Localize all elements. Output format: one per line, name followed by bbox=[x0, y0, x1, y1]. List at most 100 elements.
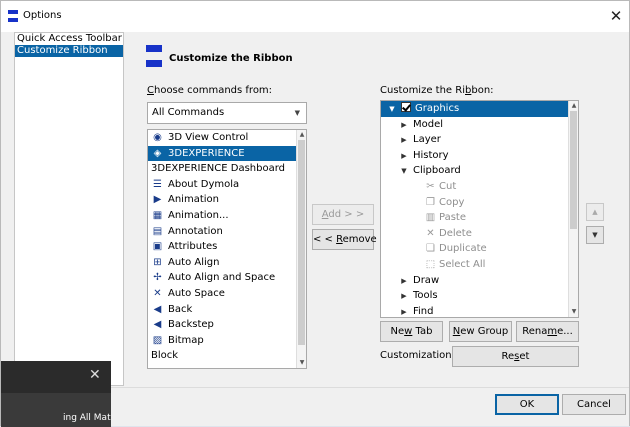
scroll-up-arrow-icon[interactable]: ▲ bbox=[297, 130, 306, 140]
page-title: Customize the Ribbon bbox=[169, 53, 293, 64]
move-up-button[interactable]: ▲ bbox=[586, 203, 604, 221]
nav-item-customize-ribbon[interactable]: Customize Ribbon bbox=[15, 45, 123, 57]
auto-align-icon: ⊞ bbox=[153, 256, 162, 268]
close-icon[interactable]: ✕ bbox=[608, 8, 624, 24]
expanded-arrow-icon[interactable]: ▼ bbox=[387, 102, 397, 118]
ribbon-tree-node[interactable]: ❏ Duplicate bbox=[381, 241, 578, 257]
collapsed-arrow-icon[interactable]: ▶ bbox=[399, 289, 409, 305]
close-icon[interactable]: ✕ bbox=[89, 367, 101, 383]
choose-commands-label: Choose commands from: bbox=[147, 85, 273, 96]
ribbon-tree-label: Find bbox=[413, 305, 434, 317]
ribbon-tree-node[interactable]: ▶ Model bbox=[381, 117, 578, 133]
command-label: Attributes bbox=[168, 241, 218, 253]
command-item[interactable]: ▨ Bitmap bbox=[148, 333, 297, 349]
command-label: Animation... bbox=[168, 209, 229, 221]
choose-commands-dropdown[interactable]: All Commands ▼ bbox=[147, 102, 307, 124]
options-dialog: Options ✕ Quick Access Toolbar Customize … bbox=[0, 0, 630, 427]
ribbon-tree-node[interactable]: ▶ Find bbox=[381, 304, 578, 317]
ribbon-tree-node[interactable]: ▼ Graphics bbox=[381, 101, 568, 117]
compass-icon: ◈ bbox=[153, 147, 162, 159]
collapsed-arrow-icon[interactable]: ▶ bbox=[399, 118, 409, 134]
triangle-up-icon: ▲ bbox=[592, 208, 598, 216]
command-item[interactable]: ◈ 3DEXPERIENCE bbox=[148, 145, 297, 162]
bitmap-icon: ▨ bbox=[152, 334, 163, 346]
commands-list[interactable]: ◉ 3D View Control ◈ 3DEXPERIENCE 3DEXPERIENC… bbox=[147, 129, 307, 369]
options-category-list: Quick Access Toolbar Customize Ribbon bbox=[14, 32, 124, 386]
ribbon-tree-node[interactable]: ❐ Copy bbox=[381, 195, 578, 211]
command-item[interactable]: ▶ Animation bbox=[148, 192, 297, 208]
command-item[interactable]: ▣ Attributes bbox=[148, 239, 297, 255]
command-item[interactable]: ▤ Annotation bbox=[148, 224, 297, 240]
attributes-icon: ▣ bbox=[152, 241, 163, 253]
ribbon-tree-label: Tools bbox=[413, 290, 438, 302]
collapsed-arrow-icon[interactable]: ▶ bbox=[399, 274, 409, 290]
scroll-thumb[interactable] bbox=[570, 111, 577, 229]
ribbon-tree-node[interactable]: ▶ Layer bbox=[381, 132, 578, 148]
auto-align-space-icon: ✢ bbox=[153, 272, 162, 284]
scroll-down-arrow-icon[interactable]: ▼ bbox=[569, 307, 578, 317]
ribbon-tree-label: Select All bbox=[439, 258, 486, 270]
rename-button[interactable]: Rename... bbox=[516, 321, 579, 342]
command-item[interactable]: ◉ 3D View Control bbox=[148, 130, 297, 146]
dymola-icon: ☰ bbox=[153, 178, 162, 190]
animation-play-icon: ▶ bbox=[153, 194, 162, 206]
ok-button[interactable]: OK bbox=[495, 394, 559, 415]
command-label: Backstep bbox=[168, 319, 214, 331]
move-down-button[interactable]: ▼ bbox=[586, 226, 604, 244]
dymola-app-icon bbox=[8, 10, 18, 22]
cancel-button[interactable]: Cancel bbox=[562, 394, 626, 415]
scroll-thumb[interactable] bbox=[298, 140, 305, 345]
remove-button[interactable]: < < Remove bbox=[312, 229, 377, 250]
command-item[interactable]: ✕ Auto Space bbox=[148, 286, 297, 302]
ribbon-tree-node[interactable]: ▶ Tools bbox=[381, 288, 578, 304]
ribbon-tree-node[interactable]: ✂ Cut bbox=[381, 179, 578, 195]
command-item[interactable]: ◀ Backstep bbox=[148, 317, 297, 333]
new-tab-button[interactable]: New Tab bbox=[380, 321, 443, 342]
ribbon-tree-label: Clipboard bbox=[413, 165, 461, 177]
command-item[interactable]: ▦ Animation... bbox=[148, 208, 297, 224]
scroll-up-arrow-icon[interactable]: ▲ bbox=[569, 101, 578, 111]
animation-settings-icon: ▦ bbox=[152, 209, 163, 221]
collapsed-arrow-icon[interactable]: ▶ bbox=[399, 305, 409, 317]
command-item[interactable]: ✢ Auto Align and Space bbox=[148, 270, 297, 286]
customizations-label: Customizations: bbox=[380, 350, 461, 361]
ribbon-tree[interactable]: ▼ Graphics ▶ Model ▶ Layer ▶ History ▼ Clipboard ✂… bbox=[380, 100, 579, 318]
back-arrow-icon: ◀ bbox=[153, 303, 162, 315]
duplicate-icon: ❏ bbox=[426, 243, 435, 255]
collapsed-arrow-icon[interactable]: ▶ bbox=[399, 133, 409, 149]
ribbon-tree-node[interactable]: ▶ History bbox=[381, 148, 578, 164]
ribbon-tree-node[interactable]: ▥ Paste bbox=[381, 210, 578, 226]
command-item[interactable]: ☰ About Dymola bbox=[148, 177, 297, 193]
ribbon-tree-scrollbar[interactable]: ▲ ▼ bbox=[568, 101, 578, 317]
ribbon-tree-node[interactable]: ⬚ Select All bbox=[381, 257, 578, 273]
ribbon-tree-label: Layer bbox=[413, 134, 441, 146]
ribbon-tree-label: Copy bbox=[439, 196, 465, 208]
command-item[interactable]: Block bbox=[148, 348, 297, 364]
customize-ribbon-label: Customize the Ribbon: bbox=[380, 85, 494, 96]
reset-button[interactable]: Reset bbox=[452, 346, 579, 367]
collapsed-arrow-icon[interactable]: ▶ bbox=[399, 149, 409, 165]
command-label: Back bbox=[168, 303, 193, 315]
ribbon-tree-label: Graphics bbox=[415, 103, 460, 114]
ribbon-tree-node[interactable]: ✕ Delete bbox=[381, 226, 578, 242]
scroll-down-arrow-icon[interactable]: ▼ bbox=[297, 358, 306, 368]
command-item[interactable]: ◀ Back bbox=[148, 302, 297, 318]
annotation-icon: ▤ bbox=[152, 225, 163, 237]
command-item[interactable]: ⊞ Auto Align bbox=[148, 255, 297, 271]
command-label: Auto Align bbox=[168, 256, 220, 268]
nav-item-quick-access-toolbar[interactable]: Quick Access Toolbar bbox=[15, 33, 123, 45]
expanded-arrow-icon[interactable]: ▼ bbox=[399, 164, 409, 180]
command-label: Block bbox=[151, 350, 179, 362]
add-button[interactable]: Add > > bbox=[312, 204, 374, 225]
checkbox-checked-icon[interactable] bbox=[401, 102, 411, 112]
command-label: 3DEXPERIENCE bbox=[168, 147, 245, 159]
window-title: Options bbox=[23, 10, 62, 21]
ribbon-tree-node[interactable]: ▼ Clipboard bbox=[381, 163, 578, 179]
scissors-icon: ✂ bbox=[426, 180, 435, 192]
ribbon-tree-label: Model bbox=[413, 118, 444, 130]
ribbon-tree-node[interactable]: ▶ Draw bbox=[381, 273, 578, 289]
command-item[interactable]: 3DEXPERIENCE Dashboard bbox=[148, 161, 297, 177]
new-group-button[interactable]: New Group bbox=[449, 321, 512, 342]
commands-list-scrollbar[interactable]: ▲ ▼ bbox=[296, 130, 306, 368]
choose-commands-value: All Commands bbox=[152, 107, 225, 118]
